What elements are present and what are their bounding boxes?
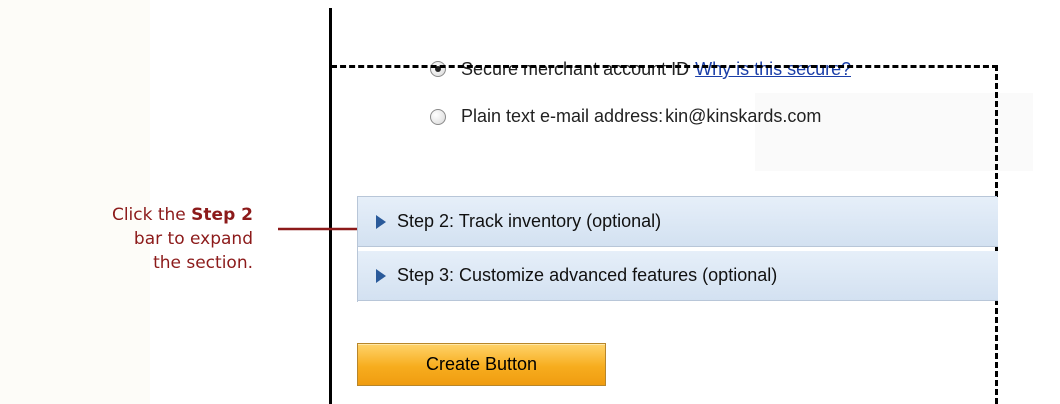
merchant-id-radio[interactable] (430, 61, 446, 77)
callout-line-2: bar to expand (133, 229, 253, 249)
merchant-id-option[interactable]: Secure merchant account ID Why is this s… (430, 59, 851, 83)
email-radio[interactable] (430, 108, 446, 125)
step-2-bar[interactable]: Step 2: Track inventory (optional) (358, 197, 998, 247)
email-option[interactable]: Plain text e-mail address: kin@kinskards… (430, 106, 821, 127)
why-secure-link[interactable]: Why is this secure? (695, 59, 851, 80)
callout-line-3: the section. (153, 253, 253, 273)
expand-triangle-icon (376, 214, 386, 229)
expand-triangle-icon (376, 268, 386, 283)
merchant-id-label: Secure merchant account ID (461, 59, 690, 79)
instruction-callout: Click the Step 2 bar to expand the secti… (40, 203, 253, 275)
step-3-label: Step 3: Customize advanced features (opt… (397, 265, 778, 285)
email-label: Plain text e-mail address: (461, 106, 664, 126)
create-button[interactable]: Create Button (357, 343, 606, 386)
email-value: kin@kinskards.com (665, 106, 822, 126)
dashed-border-top (331, 65, 998, 68)
steps-panel: Step 2: Track inventory (optional) Step … (357, 196, 998, 302)
callout-text: Click the (111, 205, 192, 225)
left-margin (0, 0, 150, 404)
step-3-bar[interactable]: Step 3: Customize advanced features (opt… (358, 251, 998, 301)
step-2-label: Step 2: Track inventory (optional) (397, 211, 662, 231)
callout-emphasis: Step 2 (191, 205, 253, 225)
email-field-background (755, 93, 1033, 171)
